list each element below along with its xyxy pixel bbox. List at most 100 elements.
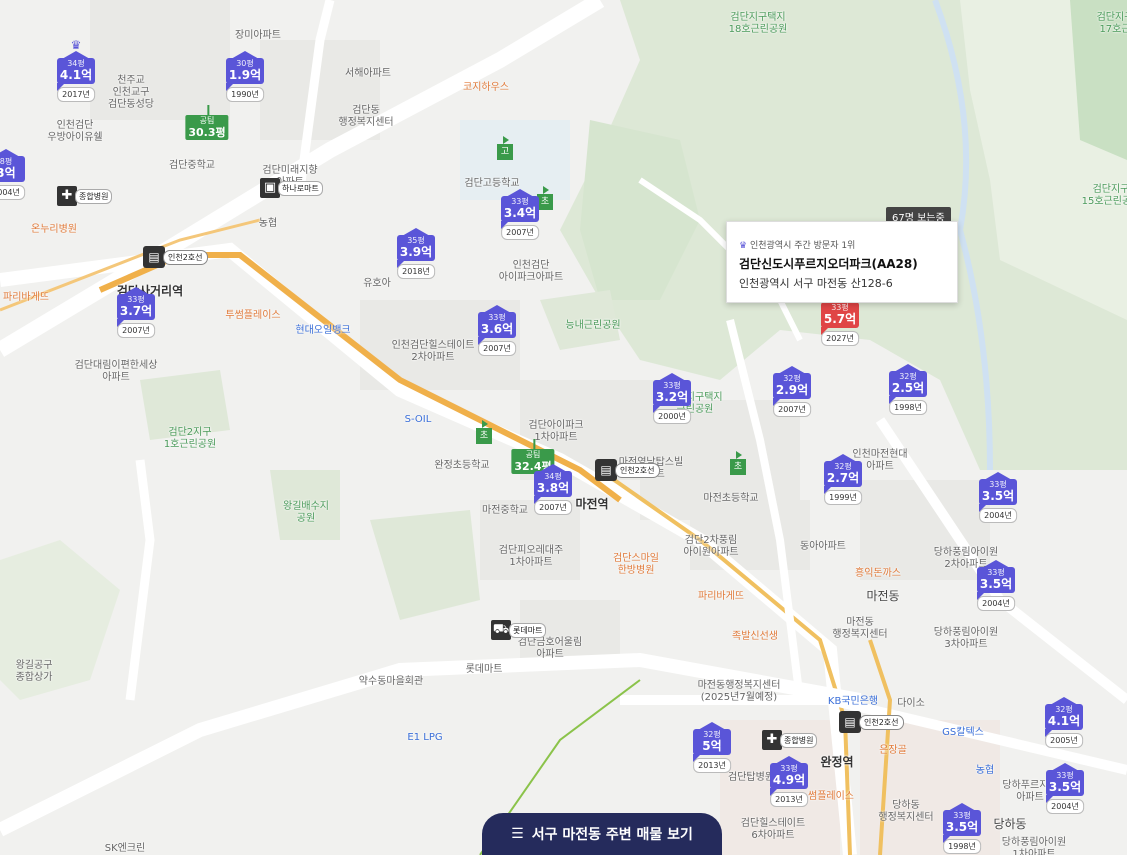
place-label[interactable]: 현대오일뱅크 [295, 325, 350, 337]
place-label[interactable]: S-OIL [405, 414, 432, 426]
place-label[interactable]: 능내근린공원 [565, 320, 620, 332]
marker-year: 2018년 [397, 264, 435, 279]
place-label[interactable]: 검단탑병원 [728, 772, 774, 784]
poi-hospital[interactable]: ✚ 종합병원 [762, 730, 818, 750]
marker-price: 4.9억 [772, 773, 806, 787]
place-label[interactable]: 온누리병원 [31, 224, 77, 236]
poi-mart[interactable]: ⛟ 롯데마트 [491, 620, 547, 640]
place-label[interactable]: 왕길배수지 공원 [283, 501, 329, 525]
place-label[interactable]: 다이소 [897, 698, 925, 710]
school-pin[interactable]: 고 [497, 136, 513, 160]
place-label[interactable]: 검단2차풍림 아이원아파트 [683, 535, 738, 559]
place-label[interactable]: GS칼텍스 [942, 727, 984, 739]
place-label[interactable]: 검단지구택지 18호근린공원 [729, 12, 788, 36]
place-label[interactable]: 은장골 [879, 745, 907, 757]
place-label[interactable]: KB국민은행 [828, 696, 878, 708]
price-marker[interactable]: 8평3억 2004년 [0, 149, 25, 200]
price-marker[interactable]: 33평 3.5억 2004년 [977, 560, 1015, 611]
place-label[interactable]: 마전초등학교 [703, 493, 758, 505]
price-marker[interactable]: 32평 2.5억 1998년 [889, 364, 927, 415]
place-label[interactable]: 농협 [976, 765, 994, 777]
place-label[interactable]: 롯데마트 [466, 664, 503, 676]
place-label[interactable]: 마전중학교 [482, 505, 528, 517]
school-pin[interactable]: 초 [537, 186, 553, 210]
price-marker[interactable]: 34평 3.8억 2007년 [534, 464, 572, 515]
place-label[interactable]: 당하동 [993, 818, 1026, 830]
price-marker[interactable]: 33평 3.5억 1998년 [943, 803, 981, 854]
place-label[interactable]: 마전동행정복지센터 (2025년7월예정) [698, 680, 781, 704]
school-pin[interactable]: 초 [476, 420, 492, 444]
marker-year: 2007년 [534, 500, 572, 515]
place-label[interactable]: 족발신선생 [732, 631, 778, 643]
place-label[interactable]: 당하풍림아이원 3차아파트 [934, 627, 998, 651]
place-label[interactable]: 약수동마을회관 [359, 676, 423, 688]
place-label[interactable]: 농협 [259, 218, 277, 230]
poi-mart[interactable]: ▣ 하나로마트 [260, 178, 323, 198]
place-label[interactable]: 투썸플레이스 [225, 310, 280, 322]
place-label[interactable]: 검단2지구 1호근린공원 [164, 427, 216, 451]
hospital-icon: ✚ [762, 730, 782, 750]
price-marker[interactable]: 33평 3.5억 2004년 [979, 472, 1017, 523]
place-label[interactable]: 검단피오레대주 1차아파트 [499, 545, 563, 569]
price-marker[interactable]: 30평 1.9억 1990년 [226, 51, 264, 102]
price-marker[interactable]: 33평 3.5억 2004년 [1046, 763, 1084, 814]
place-label[interactable]: 검단지구 17호근 [1097, 12, 1127, 36]
place-label[interactable]: 흥익돈까스 [855, 568, 901, 580]
price-marker[interactable]: 33평 3.4억 2007년 [501, 189, 539, 240]
place-label[interactable]: SK엔크린 LPG [105, 843, 146, 855]
selected-price-marker[interactable]: 33평 5.7억 2027년 [821, 295, 859, 346]
place-label[interactable]: 인천검단 우방아이유쉘 [47, 120, 102, 144]
price-marker[interactable]: 32평 2.9억 2007년 [773, 366, 811, 417]
place-label[interactable]: 썸플레이스 [808, 791, 854, 803]
price-marker[interactable]: 32평 2.7억 1999년 [824, 454, 862, 505]
auction-type: 공팀 [199, 116, 215, 125]
poi-hospital[interactable]: ✚ 종합병원 [57, 186, 113, 206]
price-marker[interactable]: 33평 4.9억 2013년 [770, 756, 808, 807]
place-label[interactable]: 당하풍림아이원 1차아파트 [1002, 837, 1066, 855]
place-label[interactable]: E1 LPG [407, 732, 442, 744]
place-label[interactable]: 왕길공구 종합상가 [16, 660, 53, 684]
place-label[interactable]: 천주교 인천교구 검단동성당 [108, 75, 154, 111]
place-label[interactable]: 완정역 [820, 756, 853, 768]
school-pin[interactable]: 초 [730, 451, 746, 475]
marker-area: 30평 [236, 59, 254, 68]
auction-marker[interactable]: 공팀 30.3평 [185, 105, 229, 140]
station-marker[interactable]: ▤ 인천2호선 [595, 459, 660, 481]
price-marker[interactable]: ♛ 34평 4.1억 2017년 [57, 38, 95, 102]
place-label[interactable]: 서해아파트 [345, 68, 391, 80]
place-label[interactable]: 검단동 행정복지센터 [338, 105, 393, 129]
place-label[interactable]: 장미아파트 [235, 30, 281, 42]
place-label[interactable]: 당하동 행정복지센터 [878, 800, 933, 824]
price-marker-body: 33평 3.7억 2007년 [117, 287, 155, 338]
price-marker-body: 33평 3.2억 2000년 [653, 373, 691, 424]
place-label[interactable]: 인천검단힐스테이트 2차아파트 [392, 340, 475, 364]
station-marker[interactable]: ▤ 인천2호선 [839, 711, 904, 733]
place-label[interactable]: 검단중학교 [169, 160, 215, 172]
map-view[interactable]: 검단지구택지 18호근린공원 장미아파트 서해아파트 천주교 인천교구 검단동성당 인천… [0, 0, 1127, 855]
price-marker[interactable]: 33평 3.2억 2000년 [653, 373, 691, 424]
station-marker[interactable]: ▤ 인천2호선 [143, 246, 208, 268]
place-label[interactable]: 마전동 [866, 590, 899, 602]
place-label[interactable]: 검단금호어울림 아파트 [518, 637, 582, 661]
nearby-listings-button[interactable]: ☰ 서구 마전동 주변 매물 보기 [482, 813, 722, 855]
place-label[interactable]: 동아아파트 [800, 541, 846, 553]
place-label[interactable]: 검단대림이편한세상 아파트 [75, 360, 158, 384]
price-marker[interactable]: 32평 5억 2013년 [693, 722, 731, 773]
place-label[interactable]: 완정초등학교 [434, 460, 489, 472]
place-label[interactable]: 검단지구 15호근린공원 [1082, 184, 1127, 208]
place-label[interactable]: 검단아이파크 1차아파트 [528, 420, 583, 444]
price-marker[interactable]: 35평 3.9억 2018년 [397, 228, 435, 279]
price-marker[interactable]: 33평 3.6억 2007년 [478, 305, 516, 356]
place-label[interactable]: 마전역 [575, 498, 608, 510]
complex-popup[interactable]: ♛ 인천광역시 주간 방문자 1위 검단신도시푸르지오더파크(AA28) 인천광… [726, 221, 958, 303]
price-marker[interactable]: 33평 3.7억 2007년 [117, 287, 155, 338]
price-marker[interactable]: 32평 4.1억 2005년 [1045, 697, 1083, 748]
place-label[interactable]: 검단스마일 한방병원 [613, 553, 659, 577]
place-label[interactable]: 유호아 [363, 278, 391, 290]
place-label[interactable]: 파리바게뜨 [3, 292, 49, 304]
place-label[interactable]: 검단힐스테이트 6차아파트 [741, 818, 805, 842]
place-label[interactable]: 마전동 행정복지센터 [832, 617, 887, 641]
place-label[interactable]: 파리바게뜨 [698, 591, 744, 603]
place-label[interactable]: 코지하우스 [463, 82, 509, 94]
place-label[interactable]: 인천검단 아이파크아파트 [499, 260, 563, 284]
